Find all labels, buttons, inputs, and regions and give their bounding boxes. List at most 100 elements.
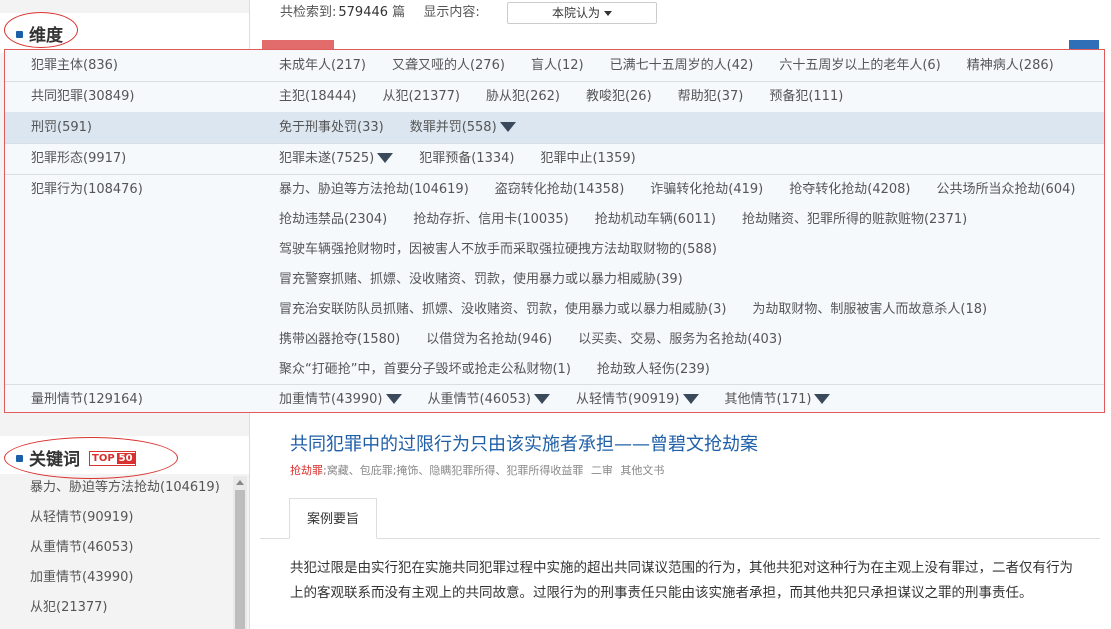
facet-option-label: 冒充警察抓赌、抓嫖、没收赌资、罚款，使用暴力或以暴力相威胁(39) [279, 272, 683, 287]
facet-label[interactable]: 犯罪形态(9917) [31, 143, 126, 174]
facet-row: 犯罪形态(9917) 犯罪未遂(7525) 犯罪预备(1334) 犯罪中止(1359) [5, 143, 1104, 175]
keyword-item[interactable]: 加重情节(43990) [0, 563, 232, 593]
facet-option[interactable]: 抢劫致人轻伤(239) [597, 354, 710, 385]
facet-label[interactable]: 犯罪主体(836) [31, 50, 118, 81]
facet-option-line: 加重情节(43990) 从重情节(46053) 从轻情节(90919) 其他情节(17… [279, 384, 856, 415]
facet-option[interactable]: 免于刑事处罚(33) [279, 112, 384, 143]
expand-triangle-icon[interactable] [814, 393, 831, 404]
facet-option[interactable]: 抢夺转化抢劫(4208) [789, 174, 910, 205]
facet-option[interactable]: 犯罪预备(1334) [419, 143, 514, 174]
facet-option-line: 冒充警察抓赌、抓嫖、没收赌资、罚款，使用暴力或以暴力相威胁(39) [279, 264, 709, 295]
facet-label[interactable]: 共同犯罪(30849) [31, 81, 135, 112]
facet-option[interactable]: 盗窃转化抢劫(14358) [495, 174, 625, 205]
facet-option-line: 驾驶车辆强抢财物时，因被害人不放手而采取强拉硬拽方法劫取财物的(588) [279, 234, 743, 265]
facet-row: 犯罪行为(108476) 暴力、胁迫等方法抢劫(104619) 盗窃转化抢劫(143… [5, 174, 1104, 385]
facet-option[interactable]: 携带凶器抢夺(1580) [279, 324, 400, 355]
facet-option[interactable]: 又聋又哑的人(276) [392, 50, 505, 81]
facet-option-label: 盲人(12) [530, 58, 584, 73]
annotation-oval-dimension [4, 12, 78, 48]
facet-option-label: 教唆犯(26) [585, 89, 652, 104]
facet-option-label: 抢夺转化抢劫(4208) [789, 182, 911, 197]
facet-option-label: 抢劫存折、信用卡(10035) [413, 212, 569, 227]
facet-option-line: 冒充治安联防队员抓赌、抓嫖、没收赌资、罚款，使用暴力或以暴力相威胁(3) 为劫取财… [279, 294, 1013, 325]
expand-triangle-icon[interactable] [385, 393, 402, 404]
facet-option[interactable]: 冒充治安联防队员抓赌、抓嫖、没收赌资、罚款，使用暴力或以暴力相威胁(3) [279, 294, 726, 325]
facet-option[interactable]: 预备犯(111) [769, 81, 843, 112]
facet-option-label: 加重情节(43990) [279, 392, 383, 407]
facet-option-line: 犯罪未遂(7525) 犯罪预备(1334) 犯罪中止(1359) [279, 143, 662, 174]
facet-option-label: 冒充治安联防队员抓赌、抓嫖、没收赌资、罚款，使用暴力或以暴力相威胁(3) [279, 302, 727, 317]
expand-triangle-icon[interactable] [534, 393, 550, 404]
facet-option[interactable]: 其他情节(171) [725, 384, 831, 415]
facet-option[interactable]: 公共场所当众抢劫(604) [936, 174, 1075, 205]
facet-option[interactable]: 犯罪中止(1359) [540, 143, 635, 174]
facet-option-label: 抢劫致人轻伤(239) [596, 362, 710, 377]
keyword-scrollbar[interactable] [233, 476, 247, 629]
keyword-item[interactable]: 从犯(21377) [0, 593, 232, 623]
facet-option[interactable]: 已满七十五周岁的人(42) [610, 50, 754, 81]
meta-trial-level: 二审 [590, 464, 613, 477]
facet-option[interactable]: 从轻情节(90919) [576, 384, 699, 415]
facet-option[interactable]: 抢劫机动车辆(6011) [595, 204, 716, 235]
meta-cause-primary[interactable]: 抢劫罪 [290, 464, 323, 477]
case-summary-text: 共犯过限是由实行犯在实施共同犯罪过程中实施的超出共同谋议范围的行为，其他共犯对这… [290, 560, 1073, 601]
facet-option-label: 胁从犯(262) [486, 89, 560, 104]
facet-option[interactable]: 帮助犯(37) [678, 81, 744, 112]
facet-option[interactable]: 未成年人(217) [279, 50, 366, 81]
facet-option[interactable]: 胁从犯(262) [486, 81, 560, 112]
keyword-item[interactable]: 从重情节(46053) [0, 533, 232, 563]
facet-option-label: 犯罪未遂(7525) [279, 151, 375, 166]
facet-option[interactable]: 以借贷为名抢劫(946) [426, 324, 552, 355]
facet-option[interactable]: 主犯(18444) [279, 81, 357, 112]
expand-triangle-icon[interactable] [377, 152, 394, 163]
keyword-item[interactable]: 从轻情节(90919) [0, 503, 232, 533]
facet-option-label: 从犯(21377) [382, 89, 461, 104]
facet-option-label: 犯罪中止(1359) [540, 151, 636, 166]
tab-case-summary[interactable]: 案例要旨 [289, 498, 377, 539]
expand-triangle-icon[interactable] [682, 393, 699, 404]
facet-option-label: 抢劫机动车辆(6011) [594, 212, 716, 227]
keyword-item[interactable]: 暴力、胁迫等方法抢劫(104619) [0, 473, 232, 503]
facet-option[interactable]: 冒充警察抓赌、抓嫖、没收赌资、罚款，使用暴力或以暴力相威胁(39) [279, 264, 683, 295]
meta-cause-others: ;窝藏、包庇罪;掩饰、隐瞒犯罪所得、犯罪所得收益罪 [323, 464, 584, 477]
facet-option[interactable]: 抢劫违禁品(2304) [279, 204, 387, 235]
facet-option[interactable]: 诈骗转化抢劫(419) [650, 174, 763, 205]
facet-option[interactable]: 从犯(21377) [383, 81, 461, 112]
facet-option-label: 免于刑事处罚(33) [279, 120, 384, 135]
dimension-facet-panel: 犯罪主体(836) 未成年人(217) 又聋又哑的人(276) 盲人(12) 已满七十五… [4, 49, 1105, 413]
display-content-select[interactable]: 本院认为 [507, 2, 657, 24]
facet-label[interactable]: 量刑情节(129164) [31, 384, 143, 415]
facet-option[interactable]: 从重情节(46053) [427, 384, 550, 415]
facet-option[interactable]: 精神病人(286) [967, 50, 1054, 81]
facet-option-label: 诈骗转化抢劫(419) [650, 182, 764, 197]
facet-option[interactable]: 以买卖、交易、服务为名抢劫(403) [578, 324, 782, 355]
facet-option-label: 六十五周岁以上的老年人(6) [779, 58, 941, 73]
scroll-up-icon[interactable] [236, 480, 244, 485]
facet-option[interactable]: 为劫取财物、制服被害人而故意杀人(18) [752, 294, 987, 325]
expand-triangle-icon[interactable] [499, 121, 516, 132]
facet-option-label: 暴力、胁迫等方法抢劫(104619) [279, 182, 469, 197]
facet-option[interactable]: 聚众“打砸抢”中，首要分子毁坏或抢走公私财物(1) [279, 354, 571, 385]
facet-option[interactable]: 加重情节(43990) [279, 384, 402, 415]
facet-option[interactable]: 教唆犯(26) [586, 81, 652, 112]
facet-option[interactable]: 抢劫赌资、犯罪所得的赃款赃物(2371) [742, 204, 967, 235]
facet-label[interactable]: 刑罚(591) [31, 112, 92, 143]
facet-option-label: 驾驶车辆强抢财物时，因被害人不放手而采取强拉硬拽方法劫取财物的(588) [279, 242, 717, 257]
facet-option[interactable]: 盲人(12) [531, 50, 584, 81]
facet-row: 刑罚(591) 免于刑事处罚(33) 数罪并罚(558) [5, 112, 1104, 144]
facet-option-label: 盗窃转化抢劫(14358) [494, 182, 625, 197]
facet-label[interactable]: 犯罪行为(108476) [31, 174, 143, 205]
facet-option[interactable]: 驾驶车辆强抢财物时，因被害人不放手而采取强拉硬拽方法劫取财物的(588) [279, 234, 717, 265]
facet-option-line: 暴力、胁迫等方法抢劫(104619) 盗窃转化抢劫(14358) 诈骗转化抢劫(41… [279, 174, 1101, 205]
facet-option-label: 主犯(18444) [279, 89, 357, 104]
facet-option[interactable]: 数罪并罚(558) [410, 112, 516, 143]
facet-option-label: 从重情节(46053) [427, 392, 532, 407]
scroll-thumb[interactable] [235, 490, 245, 629]
facet-option[interactable]: 犯罪未遂(7525) [279, 143, 394, 174]
facet-option-label: 以借贷为名抢劫(946) [426, 332, 553, 347]
facet-option[interactable]: 六十五周岁以上的老年人(6) [779, 50, 940, 81]
facet-option[interactable]: 暴力、胁迫等方法抢劫(104619) [279, 174, 469, 205]
facet-option[interactable]: 抢劫存折、信用卡(10035) [413, 204, 569, 235]
facet-option-line: 抢劫违禁品(2304) 抢劫存折、信用卡(10035) 抢劫机动车辆(6011) 抢劫… [279, 204, 993, 235]
result-title-link[interactable]: 共同犯罪中的过限行为只由该实施者承担——曾碧文抢劫案 [290, 430, 758, 456]
